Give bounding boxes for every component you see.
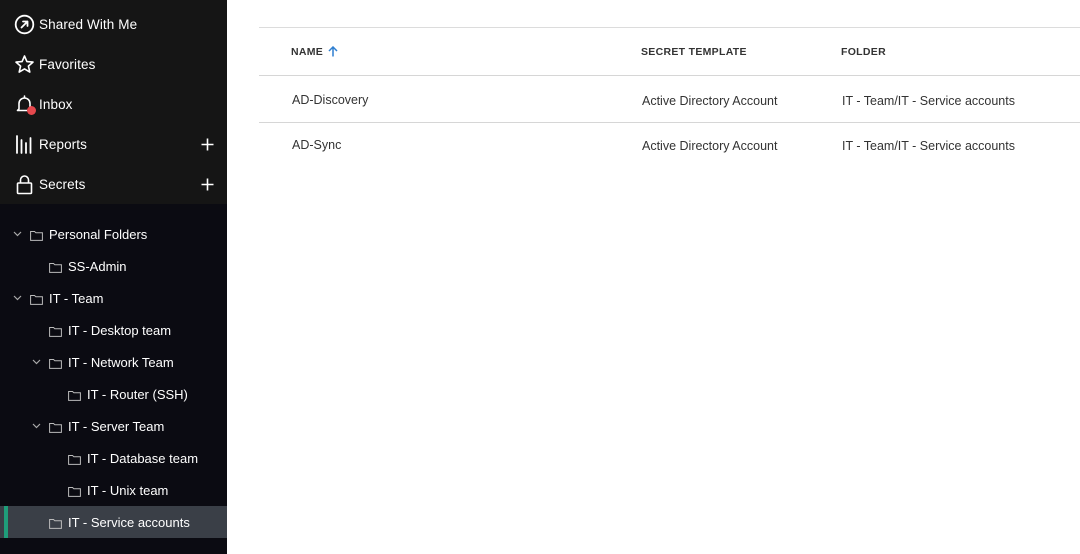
- tree-item-label: Personal Folders: [49, 226, 148, 242]
- tree-item-it-unix-team[interactable]: IT - Unix team: [0, 474, 227, 506]
- table-header: NAME SECRET TEMPLATE FOLDER: [259, 28, 1080, 76]
- tree-item-label: IT - Database team: [87, 450, 199, 466]
- add-secret-icon[interactable]: [198, 175, 216, 193]
- arrow-up-right-circle-icon: [13, 13, 35, 35]
- nav-favorites[interactable]: Favorites: [0, 44, 227, 84]
- notification-dot: [27, 106, 36, 115]
- sort-ascending-icon[interactable]: [328, 45, 338, 60]
- cell-name[interactable]: AD-Discovery: [292, 93, 368, 107]
- star-icon: [13, 53, 35, 75]
- nav-label: Shared With Me: [39, 16, 138, 32]
- sidebar: Shared With Me Favorites Inbox Reports S…: [0, 0, 227, 554]
- tree-item-label: IT - Server Team: [68, 418, 165, 434]
- nav-label: Inbox: [39, 96, 73, 112]
- tree-item-it-service-accounts[interactable]: IT - Service accounts: [0, 506, 227, 538]
- cell-folder: IT - Team/IT - Service accounts: [842, 94, 1015, 108]
- folder-icon: [30, 229, 43, 241]
- table-row[interactable]: AD-Sync Active Directory Account IT - Te…: [259, 123, 1080, 169]
- main-content: NAME SECRET TEMPLATE FOLDER AD-Discovery…: [227, 0, 1080, 554]
- lock-icon: [13, 173, 35, 195]
- folder-icon: [68, 485, 81, 497]
- chevron-down-icon[interactable]: [31, 421, 41, 431]
- tree-item-it-database-team[interactable]: IT - Database team: [0, 442, 227, 474]
- tree-item-it-desktop-team[interactable]: IT - Desktop team: [0, 314, 227, 346]
- cell-template: Active Directory Account: [642, 94, 778, 108]
- tree-item-label: IT - Desktop team: [68, 322, 172, 338]
- tree-item-it-server-team[interactable]: IT - Server Team: [0, 410, 227, 442]
- cell-name[interactable]: AD-Sync: [292, 138, 341, 152]
- folder-icon: [49, 517, 62, 529]
- nav-shared-with-me[interactable]: Shared With Me: [0, 4, 227, 44]
- tree-item-label: IT - Unix team: [87, 482, 169, 498]
- column-header-folder[interactable]: FOLDER: [841, 46, 886, 58]
- folder-icon: [68, 389, 81, 401]
- folder-icon: [30, 293, 43, 305]
- nav-reports[interactable]: Reports: [0, 124, 227, 164]
- folder-icon: [49, 325, 62, 337]
- tree-item-ss-admin[interactable]: SS-Admin: [0, 250, 227, 282]
- tree-item-label: IT - Service accounts: [68, 514, 190, 530]
- chevron-down-icon[interactable]: [12, 229, 22, 239]
- column-header-secret-template[interactable]: SECRET TEMPLATE: [641, 46, 747, 58]
- nav-secrets[interactable]: Secrets: [0, 164, 227, 204]
- folder-icon: [68, 453, 81, 465]
- tree-item-label: IT - Team: [49, 290, 104, 306]
- nav-label: Secrets: [39, 176, 86, 192]
- folder-icon: [49, 421, 62, 433]
- add-report-icon[interactable]: [198, 135, 216, 153]
- tree-item-it-network-team[interactable]: IT - Network Team: [0, 346, 227, 378]
- cell-template: Active Directory Account: [642, 139, 778, 153]
- main-nav: Shared With Me Favorites Inbox Reports S…: [0, 0, 227, 204]
- chevron-down-icon[interactable]: [12, 293, 22, 303]
- cell-folder: IT - Team/IT - Service accounts: [842, 139, 1015, 153]
- tree-item-personal-folders[interactable]: Personal Folders: [0, 218, 227, 250]
- nav-inbox[interactable]: Inbox: [0, 84, 227, 124]
- column-header-name[interactable]: NAME: [291, 45, 338, 60]
- folder-icon: [49, 261, 62, 273]
- tree-item-label: IT - Network Team: [68, 354, 174, 370]
- nav-label: Reports: [39, 136, 87, 152]
- tree-item-it-router-ssh[interactable]: IT - Router (SSH): [0, 378, 227, 410]
- tree-item-label: IT - Router (SSH): [87, 386, 188, 402]
- chevron-down-icon[interactable]: [31, 357, 41, 367]
- table-row[interactable]: AD-Discovery Active Directory Account IT…: [259, 77, 1080, 123]
- bar-chart-icon: [13, 133, 35, 155]
- folder-icon: [49, 357, 62, 369]
- column-header-label: NAME: [291, 46, 324, 58]
- tree-item-it-team[interactable]: IT - Team: [0, 282, 227, 314]
- nav-label: Favorites: [39, 56, 96, 72]
- tree-item-label: SS-Admin: [68, 258, 127, 274]
